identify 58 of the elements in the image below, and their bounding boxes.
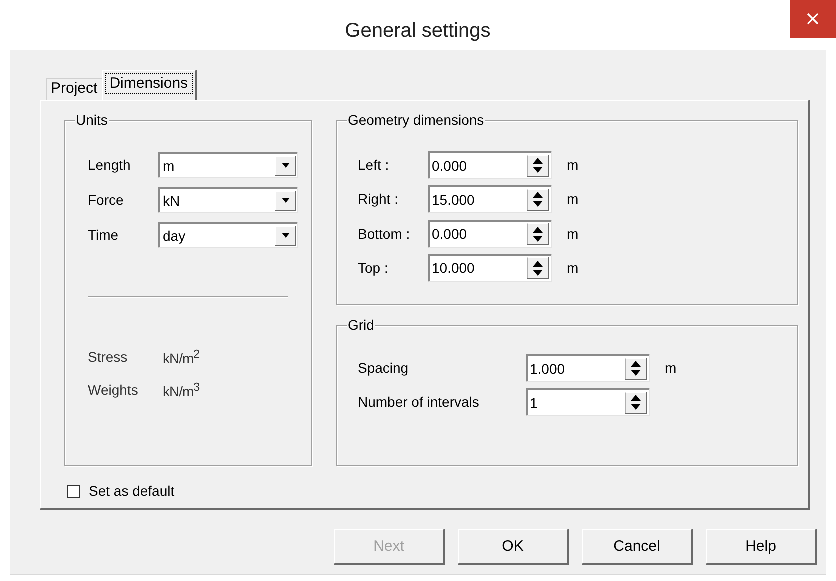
checkbox[interactable]: [67, 484, 80, 498]
help-button[interactable]: Help: [706, 529, 817, 565]
tab[interactable]: Project: [46, 78, 104, 100]
ok-button[interactable]: OK: [458, 529, 569, 565]
field-label: Bottom :: [358, 226, 412, 242]
up-down-arrows-icon: [533, 226, 543, 242]
caret-icon: [280, 197, 290, 204]
field-label: Right :: [358, 191, 400, 208]
tab[interactable]: Dimensions: [102, 70, 198, 100]
unit-label: kN/m$^{3}$: [163, 380, 200, 400]
field-label: Force: [88, 192, 125, 208]
cancel-button[interactable]: Cancel: [582, 529, 693, 565]
dropdown-button[interactable]: [275, 226, 296, 246]
up-down-arrows-icon: [533, 260, 543, 276]
dropdown-button[interactable]: [275, 156, 296, 176]
number-field[interactable]: 10.000: [428, 254, 552, 282]
unit-label: m: [567, 157, 579, 173]
field-label: Length: [88, 157, 132, 173]
spin-button[interactable]: [625, 392, 647, 414]
unit-label: m: [567, 191, 579, 208]
dropdown-button[interactable]: [275, 190, 296, 210]
up-down-arrows-icon: [631, 395, 641, 410]
spin-button[interactable]: [527, 257, 549, 280]
unit-label: m: [567, 260, 579, 276]
number-field[interactable]: 15.000: [428, 185, 552, 214]
close-icon: [807, 13, 819, 25]
caret-icon: [280, 232, 290, 239]
number-field[interactable]: 0.000: [428, 220, 552, 248]
spin-button[interactable]: [625, 358, 647, 380]
checkbox-label[interactable]: Set as default: [89, 483, 175, 499]
spin-button[interactable]: [527, 154, 549, 176]
window-title: General settings: [345, 19, 491, 43]
field-label: Stress: [88, 349, 129, 365]
dropdown[interactable]: kN: [158, 187, 298, 213]
spin-button[interactable]: [527, 188, 549, 211]
group-title: Grid: [347, 317, 376, 333]
field-label: Left :: [358, 157, 390, 173]
spin-button[interactable]: [527, 223, 549, 246]
field-label: Spacing: [358, 360, 410, 376]
field-label: Top :: [358, 260, 390, 276]
unit-label: kN/m$^{2}$: [163, 348, 200, 366]
unit-label: m: [567, 226, 579, 242]
unit-label: m: [665, 360, 677, 376]
group-title: Units: [75, 112, 109, 128]
number-field[interactable]: 1.000: [526, 354, 650, 382]
up-down-arrows-icon: [533, 158, 543, 173]
up-down-arrows-icon: [631, 361, 641, 376]
close-button[interactable]: [790, 0, 836, 38]
group-title: Geometry dimensions: [347, 112, 486, 128]
field-label: Number of intervals: [358, 394, 480, 410]
caret-icon: [280, 162, 290, 169]
field-label: Time: [88, 227, 120, 243]
number-field[interactable]: 0.000: [428, 151, 552, 179]
dropdown[interactable]: m: [158, 152, 298, 178]
number-field[interactable]: 1: [526, 388, 650, 416]
dropdown[interactable]: day: [158, 222, 298, 248]
field-label: Weights: [88, 382, 140, 398]
up-down-arrows-icon: [533, 192, 543, 208]
